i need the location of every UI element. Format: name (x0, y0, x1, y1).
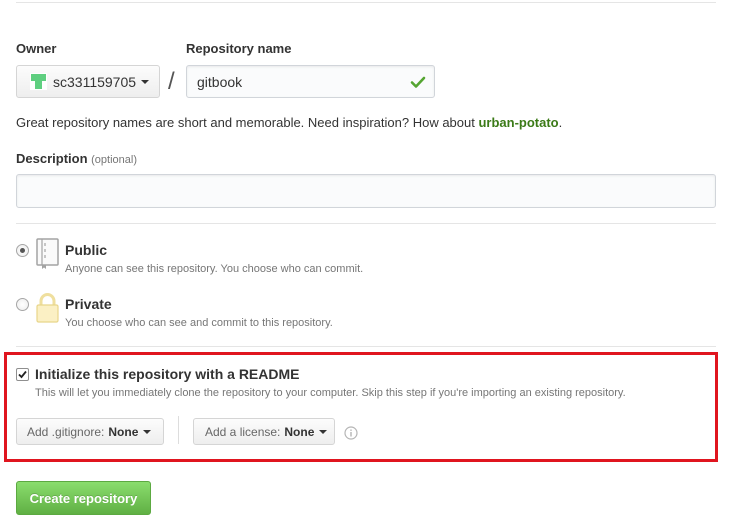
suggestion-text: Great repository names are short and mem… (16, 115, 479, 130)
public-radio[interactable] (16, 244, 29, 257)
description-label: Description (optional) (16, 151, 137, 166)
license-prefix: Add a license: (205, 424, 281, 439)
repo-name-input[interactable] (186, 65, 435, 98)
gitignore-prefix: Add .gitignore: (27, 424, 105, 439)
top-divider (16, 2, 716, 3)
owner-select[interactable]: sc331159705 (16, 65, 160, 98)
gitignore-select[interactable]: Add .gitignore: None (16, 418, 164, 445)
checkmark-icon (18, 370, 27, 379)
description-input[interactable] (16, 174, 716, 208)
description-optional: (optional) (91, 154, 137, 166)
info-icon[interactable] (344, 426, 358, 440)
chevron-down-icon (143, 429, 152, 434)
owner-avatar-icon (30, 73, 47, 90)
license-value: None (284, 424, 315, 439)
name-suggestion: Great repository names are short and mem… (16, 115, 562, 130)
divider (16, 223, 716, 224)
private-desc: You choose who can see and commit to thi… (65, 317, 333, 329)
license-select[interactable]: Add a license: None (193, 418, 335, 445)
readme-desc: This will let you immediately clone the … (35, 387, 626, 399)
suggested-name-link[interactable]: urban-potato (478, 115, 558, 130)
public-desc: Anyone can see this repository. You choo… (65, 263, 364, 275)
chevron-down-icon (141, 79, 150, 84)
chevron-down-icon (319, 429, 328, 434)
lock-icon (35, 292, 60, 324)
owner-select-value: sc331159705 (53, 73, 137, 90)
select-divider (178, 416, 179, 444)
private-title: Private (65, 296, 112, 312)
book-icon (35, 238, 60, 270)
private-radio[interactable] (16, 298, 29, 311)
public-title: Public (65, 242, 108, 258)
path-separator: / (168, 68, 175, 95)
readme-checkbox[interactable] (16, 368, 29, 381)
owner-label: Owner (16, 41, 57, 56)
description-label-text: Description (16, 151, 88, 166)
readme-title: Initialize this repository with a README (35, 366, 300, 382)
divider (16, 346, 716, 347)
gitignore-value: None (108, 424, 139, 439)
check-icon (410, 74, 426, 90)
create-repository-button[interactable]: Create repository (16, 481, 151, 515)
repo-name-label: Repository name (186, 41, 292, 56)
suggestion-end: . (558, 115, 563, 130)
